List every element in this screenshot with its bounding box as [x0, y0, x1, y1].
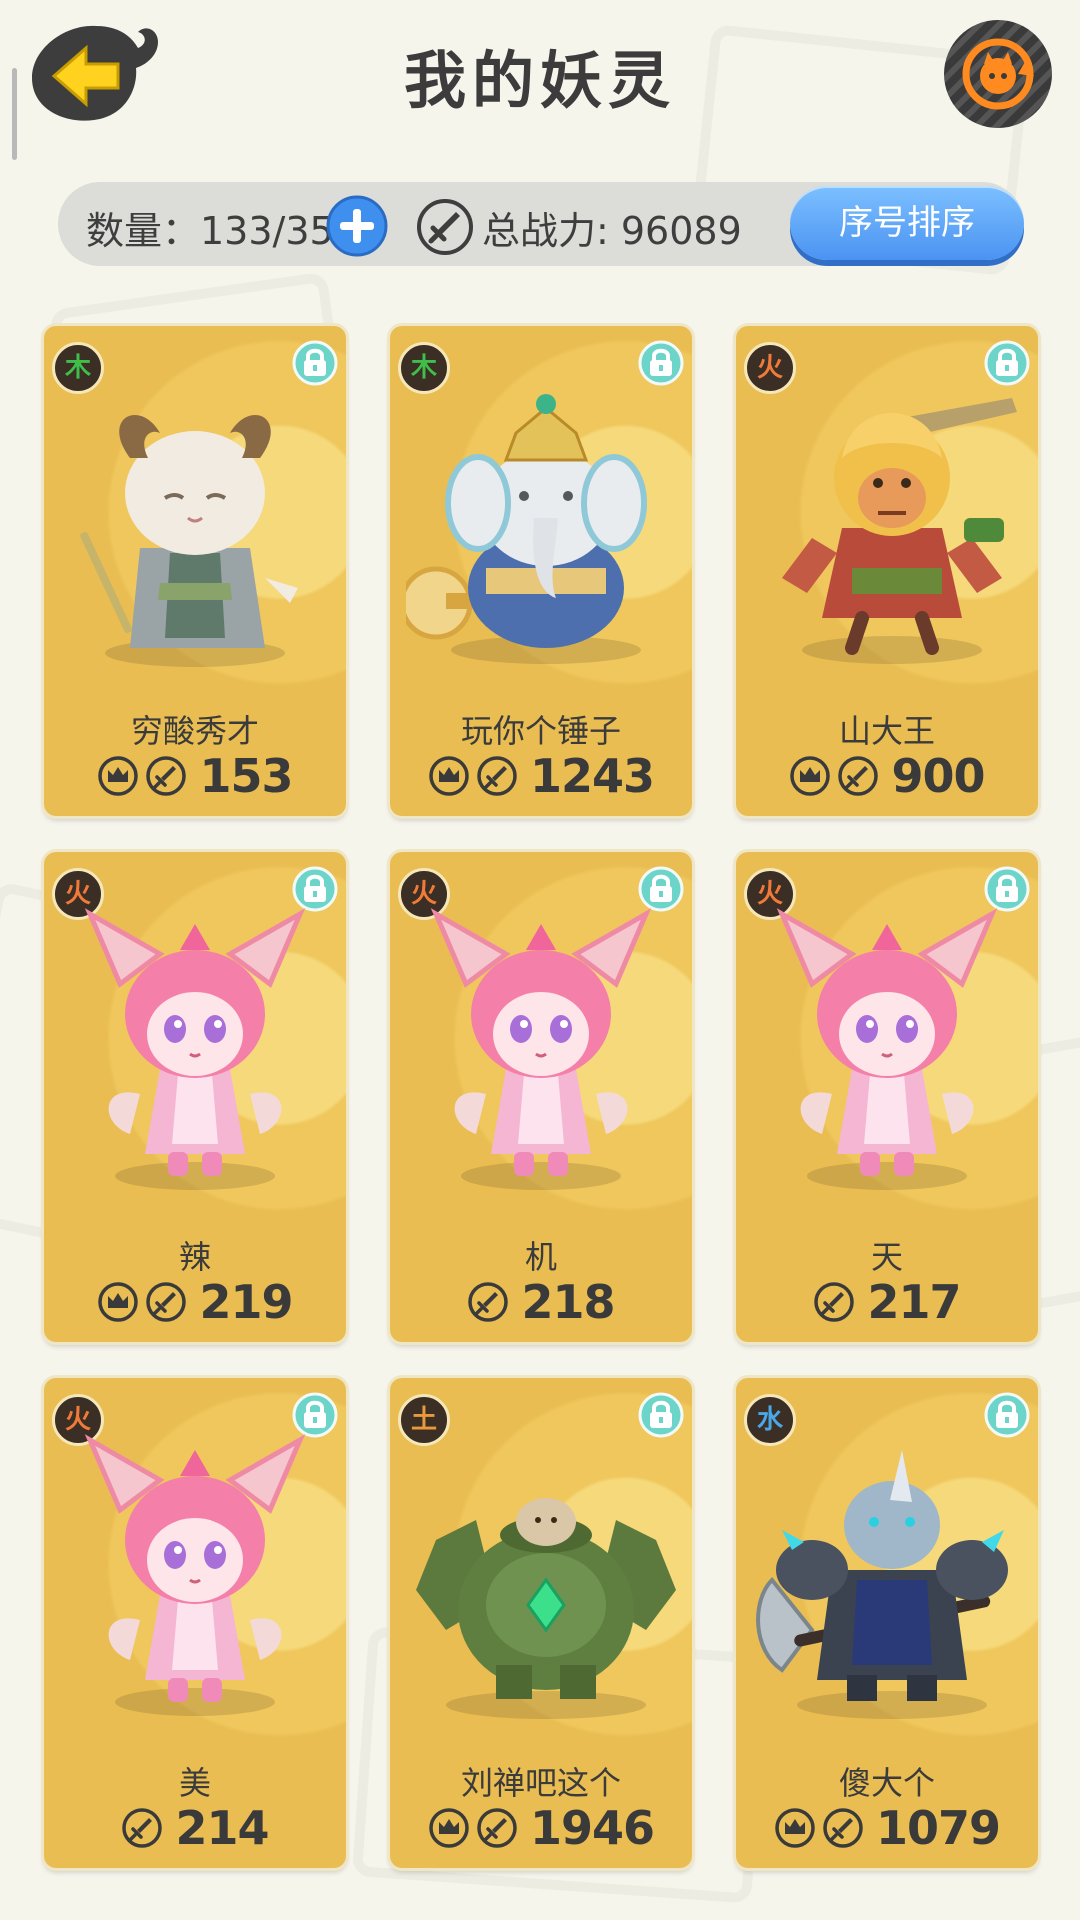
power-value: 214 — [175, 1801, 269, 1855]
power-value: 900 — [891, 749, 985, 803]
monster-portrait — [776, 908, 998, 1190]
sword-icon — [477, 1808, 517, 1848]
stat-row: 218 — [390, 1272, 692, 1332]
power-value: 217 — [867, 1275, 961, 1329]
stat-row: 1079 — [736, 1798, 1038, 1858]
power-value: 218 — [521, 1275, 615, 1329]
stat-row: 214 — [44, 1798, 346, 1858]
crown-icon — [429, 756, 469, 796]
crown-icon — [790, 756, 831, 796]
monster-portrait — [84, 1434, 306, 1716]
monster-count: 数量：133/350 — [86, 209, 358, 253]
power-value: 1946 — [529, 1801, 655, 1855]
monster-portrait — [430, 908, 652, 1190]
monster-card[interactable]: 火 机 218 — [390, 852, 692, 1342]
monster-card[interactable]: 火 天 217 — [736, 852, 1038, 1342]
sword-icon — [146, 1282, 187, 1322]
monster-card[interactable]: 火 辣 219 — [44, 852, 346, 1342]
power-value: 1079 — [875, 1801, 1001, 1855]
refresh-icon — [944, 20, 1052, 128]
refresh-button[interactable] — [942, 18, 1054, 130]
monster-portrait — [756, 1450, 1008, 1719]
monster-card[interactable]: 木 穷酸秀才 153 — [44, 326, 346, 816]
monster-portrait — [80, 414, 298, 667]
power-value: 1243 — [529, 749, 655, 803]
total-power: 总战力: 96089 — [482, 209, 742, 253]
sword-icon — [823, 1808, 863, 1848]
monster-portrait — [416, 1498, 676, 1719]
monster-portrait — [406, 394, 647, 664]
stat-row: 900 — [736, 746, 1038, 806]
page-title: 我的妖灵 — [403, 44, 676, 117]
monster-card[interactable]: 木 玩你个锤子 1243 — [390, 326, 692, 816]
stat-row: 219 — [44, 1272, 346, 1332]
monster-card[interactable]: 火 美 214 — [44, 1378, 346, 1868]
crown-icon — [429, 1808, 469, 1848]
add-capacity-button[interactable] — [326, 195, 388, 257]
monster-card[interactable]: 水 傻大个 1079 — [736, 1378, 1038, 1868]
plus-icon — [326, 195, 388, 257]
sword-icon — [477, 756, 517, 796]
monster-portrait — [84, 908, 306, 1190]
stat-row: 1946 — [390, 1798, 692, 1858]
stat-row: 153 — [44, 746, 346, 806]
sword-icon — [838, 756, 879, 796]
monster-card[interactable]: 土 刘禅吧这个 1946 — [390, 1378, 692, 1868]
crown-icon — [98, 1282, 139, 1322]
crown-icon — [775, 1808, 815, 1848]
sword-icon — [146, 756, 187, 796]
stat-row: 1243 — [390, 746, 692, 806]
monster-portrait — [782, 398, 1017, 664]
monster-card[interactable]: 火 山大王 900 — [736, 326, 1038, 816]
sword-icon — [122, 1808, 163, 1848]
power-value: 219 — [199, 1275, 293, 1329]
power-value: 153 — [199, 749, 293, 803]
crown-icon — [98, 756, 139, 796]
stat-row: 217 — [736, 1272, 1038, 1332]
sword-icon — [468, 1282, 509, 1322]
sort-button[interactable]: 序号排序 — [790, 186, 1024, 260]
sword-icon — [814, 1282, 855, 1322]
sword-power-icon — [416, 198, 474, 256]
